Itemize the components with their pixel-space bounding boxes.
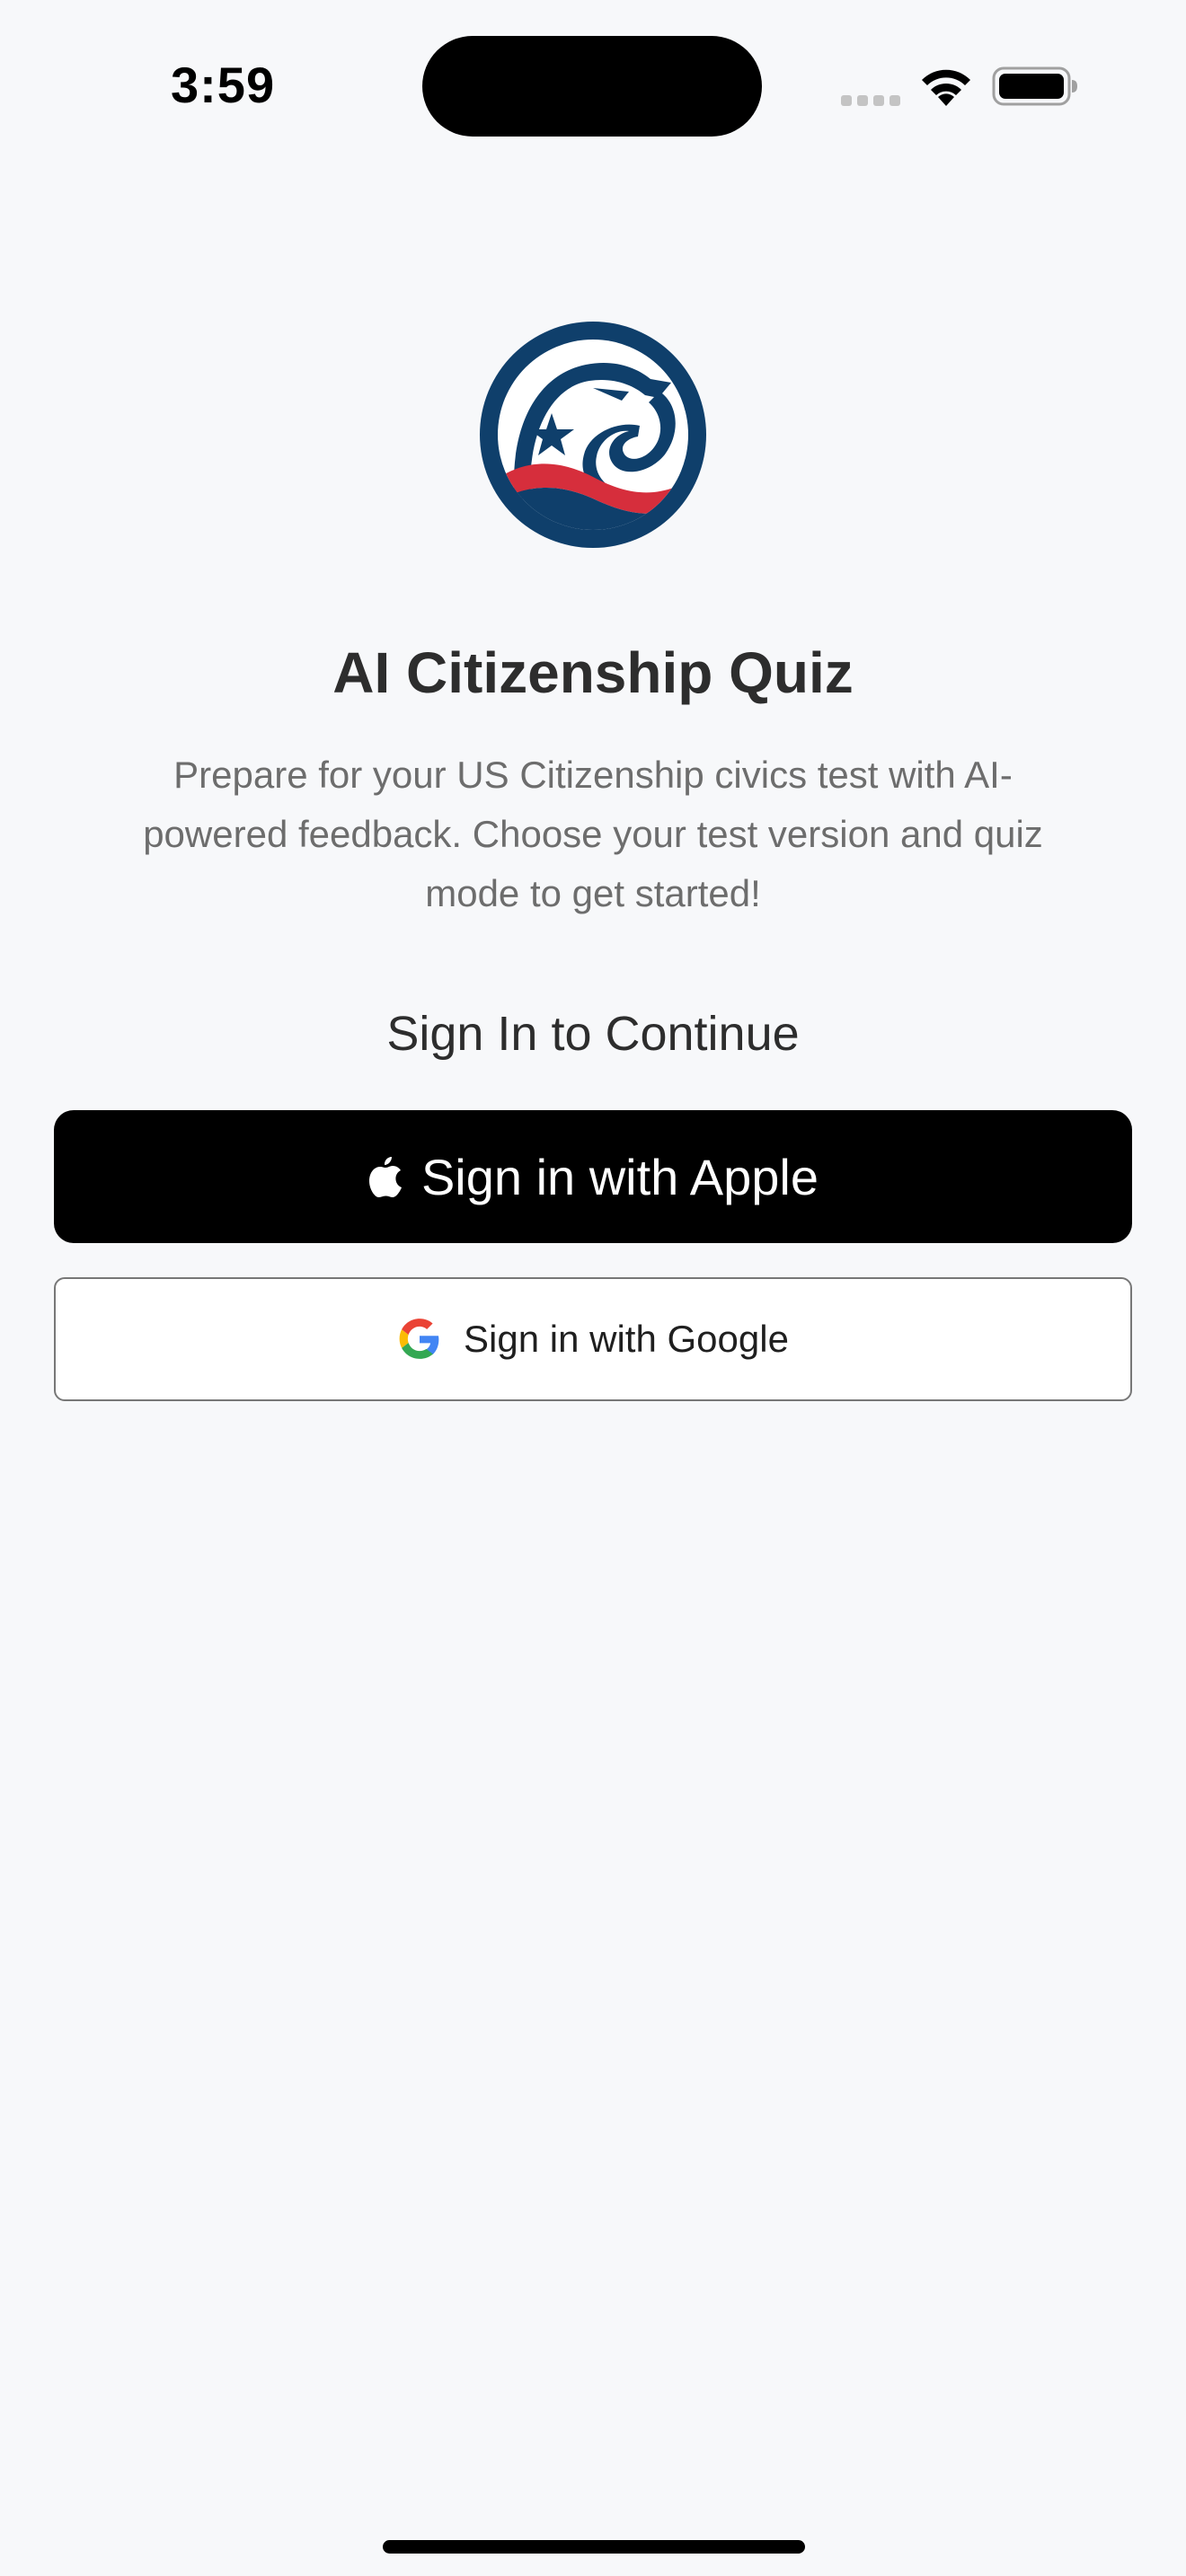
sign-in-google-label: Sign in with Google (464, 1318, 789, 1360)
app-title: AI Citizenship Quiz (332, 640, 854, 705)
sign-in-apple-label: Sign in with Apple (420, 1148, 819, 1205)
dynamic-island (422, 36, 762, 137)
status-bar: 3:59 (0, 0, 1186, 171)
eagle-logo-icon (480, 322, 706, 548)
wifi-icon (922, 69, 970, 106)
signal-icon (841, 95, 900, 106)
google-icon (399, 1319, 439, 1359)
home-indicator[interactable] (383, 2540, 805, 2554)
status-time: 3:59 (171, 57, 276, 113)
sign-in-google-button[interactable]: Sign in with Google (54, 1277, 1132, 1401)
battery-icon (992, 66, 1077, 106)
sign-in-heading: Sign In to Continue (386, 1007, 800, 1061)
sign-in-apple-button[interactable]: Sign in with Apple (54, 1110, 1132, 1243)
app-description: Prepare for your US Citizenship civics t… (143, 754, 1043, 914)
apple-icon (368, 1157, 402, 1197)
